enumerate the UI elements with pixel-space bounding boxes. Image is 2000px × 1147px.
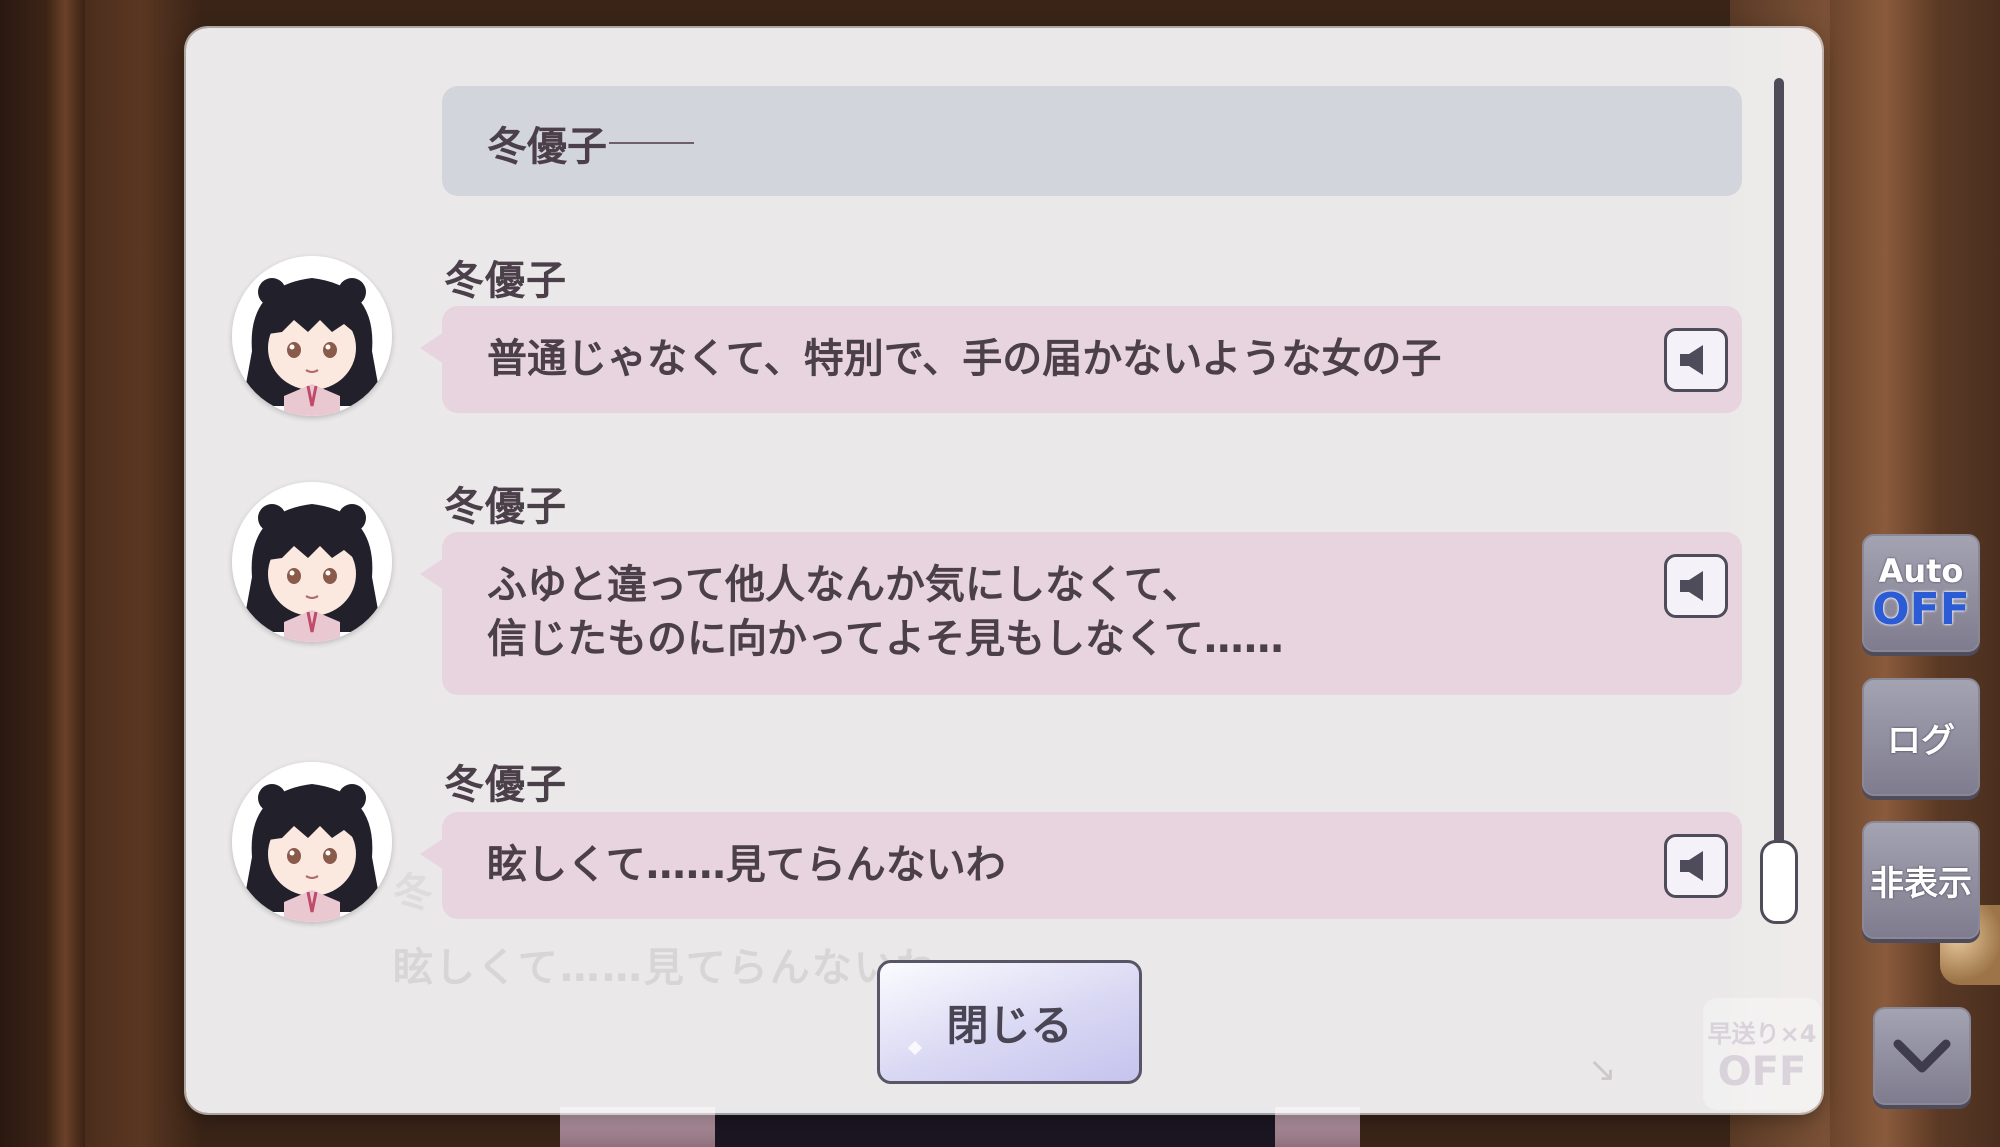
character-portrait bbox=[232, 762, 392, 922]
dialogue-text: ふゆと違って他人なんか気にしなくて、 信じたものに向かってよそ見もしなくて…… bbox=[487, 562, 1284, 662]
character-portrait bbox=[232, 482, 392, 642]
chevron-down-icon bbox=[1893, 1039, 1951, 1073]
background-dialogue-text: 眩しくて……見てらんないわ bbox=[393, 945, 938, 991]
hide-button[interactable]: 非表示 bbox=[1862, 821, 1980, 939]
speaker-name: 冬優子 bbox=[444, 762, 567, 808]
voice-replay-button[interactable] bbox=[1664, 554, 1728, 618]
log-button[interactable]: ログ bbox=[1862, 678, 1980, 796]
narration-speaker: 冬優子 bbox=[487, 124, 607, 170]
fast-forward-state: OFF bbox=[1717, 1048, 1807, 1095]
left-wall bbox=[0, 0, 200, 1147]
speaker-icon bbox=[1680, 571, 1703, 601]
close-button[interactable]: 閉じる bbox=[877, 960, 1142, 1084]
character-skirt bbox=[715, 1107, 1275, 1147]
narration-entry: 冬優子 bbox=[442, 86, 1742, 196]
auto-label: Auto bbox=[1878, 552, 1964, 590]
arrow-down-right-icon: ↘ bbox=[1588, 1050, 1617, 1090]
dialogue-bubble: 普通じゃなくて、特別で、手の届かないような女の子 bbox=[420, 306, 1742, 413]
character-portrait bbox=[232, 256, 392, 416]
speaker-name: 冬優子 bbox=[444, 258, 567, 304]
log-button-label: ログ bbox=[1887, 720, 1955, 761]
speaker-icon bbox=[1680, 345, 1703, 375]
dialogue-text: 眩しくて……見てらんないわ bbox=[487, 842, 1006, 888]
speaker-icon bbox=[1680, 851, 1703, 881]
sparkle-decoration bbox=[907, 1040, 923, 1056]
fast-forward-button[interactable]: 早送り×4 OFF bbox=[1703, 998, 1821, 1110]
narration-text: 冬優子 bbox=[487, 114, 694, 172]
voice-replay-button[interactable] bbox=[1664, 328, 1728, 392]
speaker-name: 冬優子 bbox=[444, 484, 567, 530]
left-door-frame bbox=[45, 0, 85, 1147]
dialogue-text: 普通じゃなくて、特別で、手の届かないような女の子 bbox=[487, 336, 1442, 382]
voice-replay-button[interactable] bbox=[1664, 834, 1728, 898]
scrollbar-thumb[interactable] bbox=[1760, 840, 1798, 924]
fast-forward-label: 早送り×4 bbox=[1707, 1019, 1817, 1048]
narration-dash bbox=[609, 142, 694, 144]
avatar bbox=[232, 762, 392, 922]
scrollbar-track[interactable] bbox=[1774, 78, 1784, 924]
collapse-menu-button[interactable] bbox=[1873, 1007, 1971, 1105]
dialogue-bubble: ふゆと違って他人なんか気にしなくて、 信じたものに向かってよそ見もしなくて…… bbox=[420, 532, 1742, 695]
auto-state: OFF bbox=[1872, 584, 1970, 635]
hide-button-label: 非表示 bbox=[1870, 863, 1972, 904]
avatar bbox=[232, 482, 392, 642]
avatar bbox=[232, 256, 392, 416]
auto-button[interactable]: Auto OFF bbox=[1862, 534, 1980, 652]
dialogue-bubble: 眩しくて……見てらんないわ bbox=[420, 812, 1742, 919]
close-button-label: 閉じる bbox=[946, 1000, 1073, 1050]
